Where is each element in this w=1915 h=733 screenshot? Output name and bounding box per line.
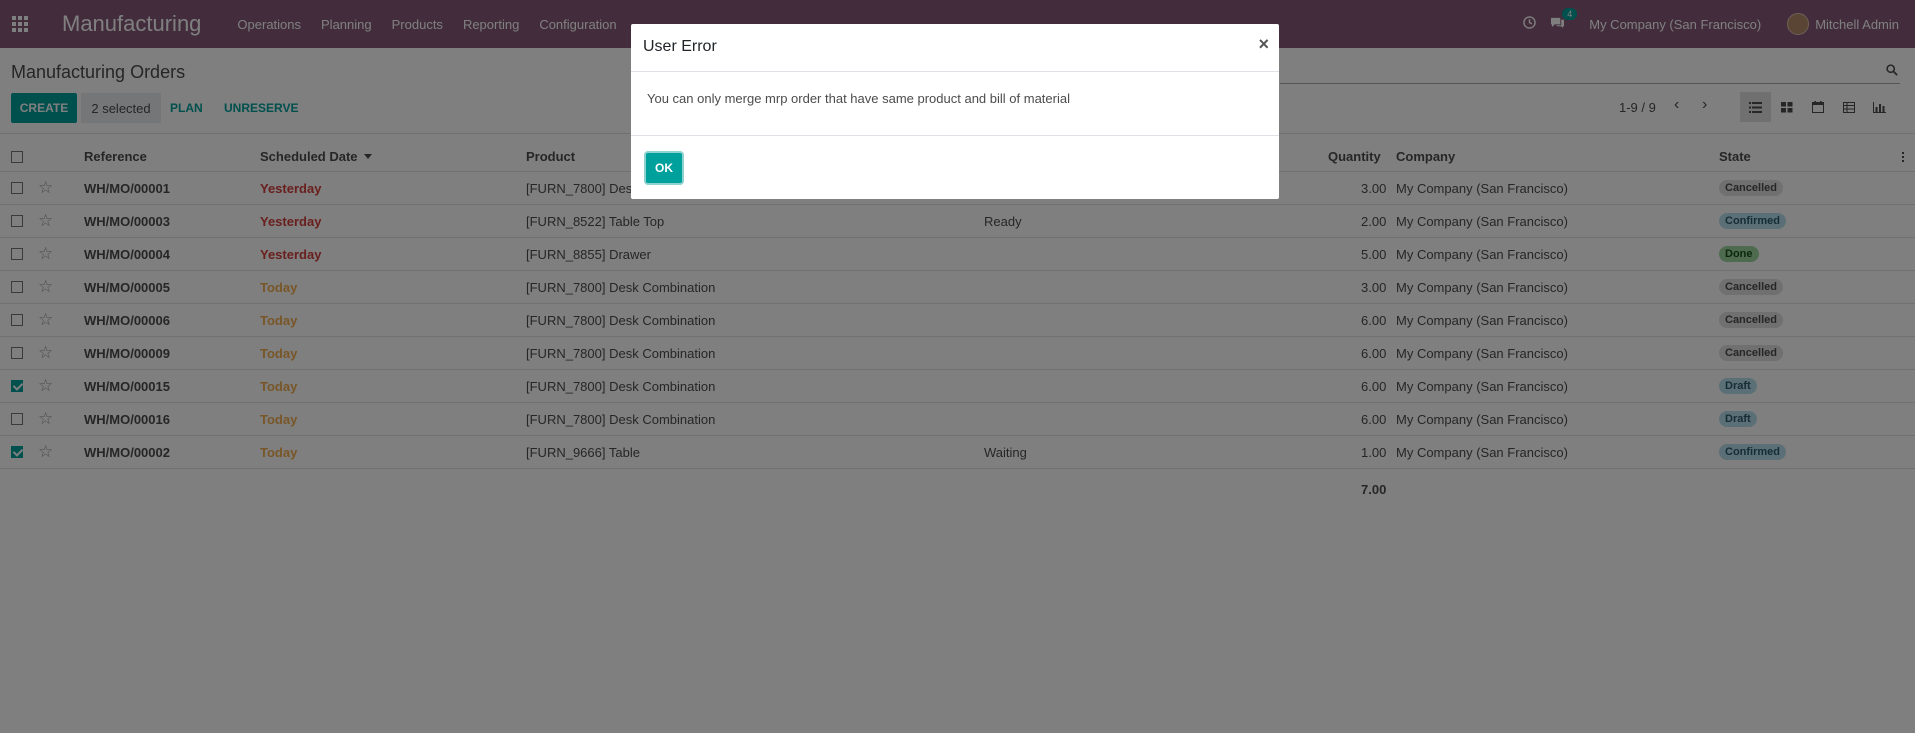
dialog-footer: OK <box>631 136 1279 198</box>
dialog-title: User Error <box>643 38 717 55</box>
ok-button[interactable]: OK <box>646 153 682 183</box>
dialog-body: You can only merge mrp order that have s… <box>631 72 1279 136</box>
close-icon[interactable]: × <box>1258 34 1269 55</box>
dialog-message: You can only merge mrp order that have s… <box>647 91 1070 106</box>
dialog-header: User Error × <box>631 24 1279 72</box>
user-error-dialog: User Error × You can only merge mrp orde… <box>631 24 1279 199</box>
